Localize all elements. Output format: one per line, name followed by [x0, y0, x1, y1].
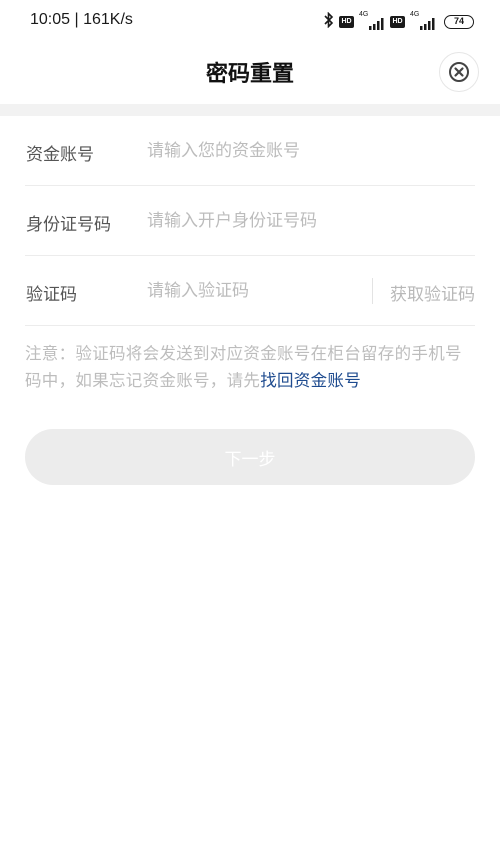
recover-account-link[interactable]: 找回资金账号 [260, 371, 361, 390]
account-label: 资金账号 [26, 145, 94, 165]
id-number-row: 身份证号码 [25, 186, 475, 256]
next-button[interactable]: 下一步 [25, 429, 475, 485]
bluetooth-icon [324, 11, 334, 32]
account-row: 资金账号 [25, 116, 475, 186]
close-icon [449, 62, 469, 82]
battery-icon: 74 [444, 15, 474, 29]
signal-icon: 4G [359, 11, 385, 30]
status-bar: 10:05 | 161K/s HD 4G HD 4G 74 [0, 0, 500, 44]
notice-body: 注意：验证码将会发送到对应资金账号在柜台留存的手机号码中，如果忘记资金账号，请先 [25, 344, 462, 390]
get-code-button[interactable]: 获取验证码 [390, 280, 475, 305]
hd-icon-2: HD [390, 16, 405, 28]
signal-icon-2: 4G [410, 11, 436, 30]
title-bar: 密码重置 [0, 44, 500, 100]
notice-text: 注意：验证码将会发送到对应资金账号在柜台留存的手机号码中，如果忘记资金账号，请先… [25, 340, 475, 394]
status-icons: HD 4G HD 4G 74 [324, 11, 474, 32]
hd-icon: HD [339, 16, 354, 28]
code-input[interactable] [147, 274, 367, 308]
code-row: 验证码 获取验证码 [25, 256, 475, 326]
close-button[interactable] [439, 52, 479, 92]
battery-level: 74 [453, 16, 464, 26]
id-number-label: 身份证号码 [26, 215, 111, 235]
id-number-input[interactable] [147, 204, 457, 238]
code-label: 验证码 [26, 285, 77, 305]
status-time: 10:05 | 161K/s [30, 11, 133, 28]
account-input[interactable] [147, 134, 457, 168]
header-divider [0, 104, 500, 116]
reset-form: 资金账号 身份证号码 验证码 获取验证码 [25, 116, 475, 326]
code-separator [372, 278, 373, 304]
page-title: 密码重置 [205, 62, 294, 87]
